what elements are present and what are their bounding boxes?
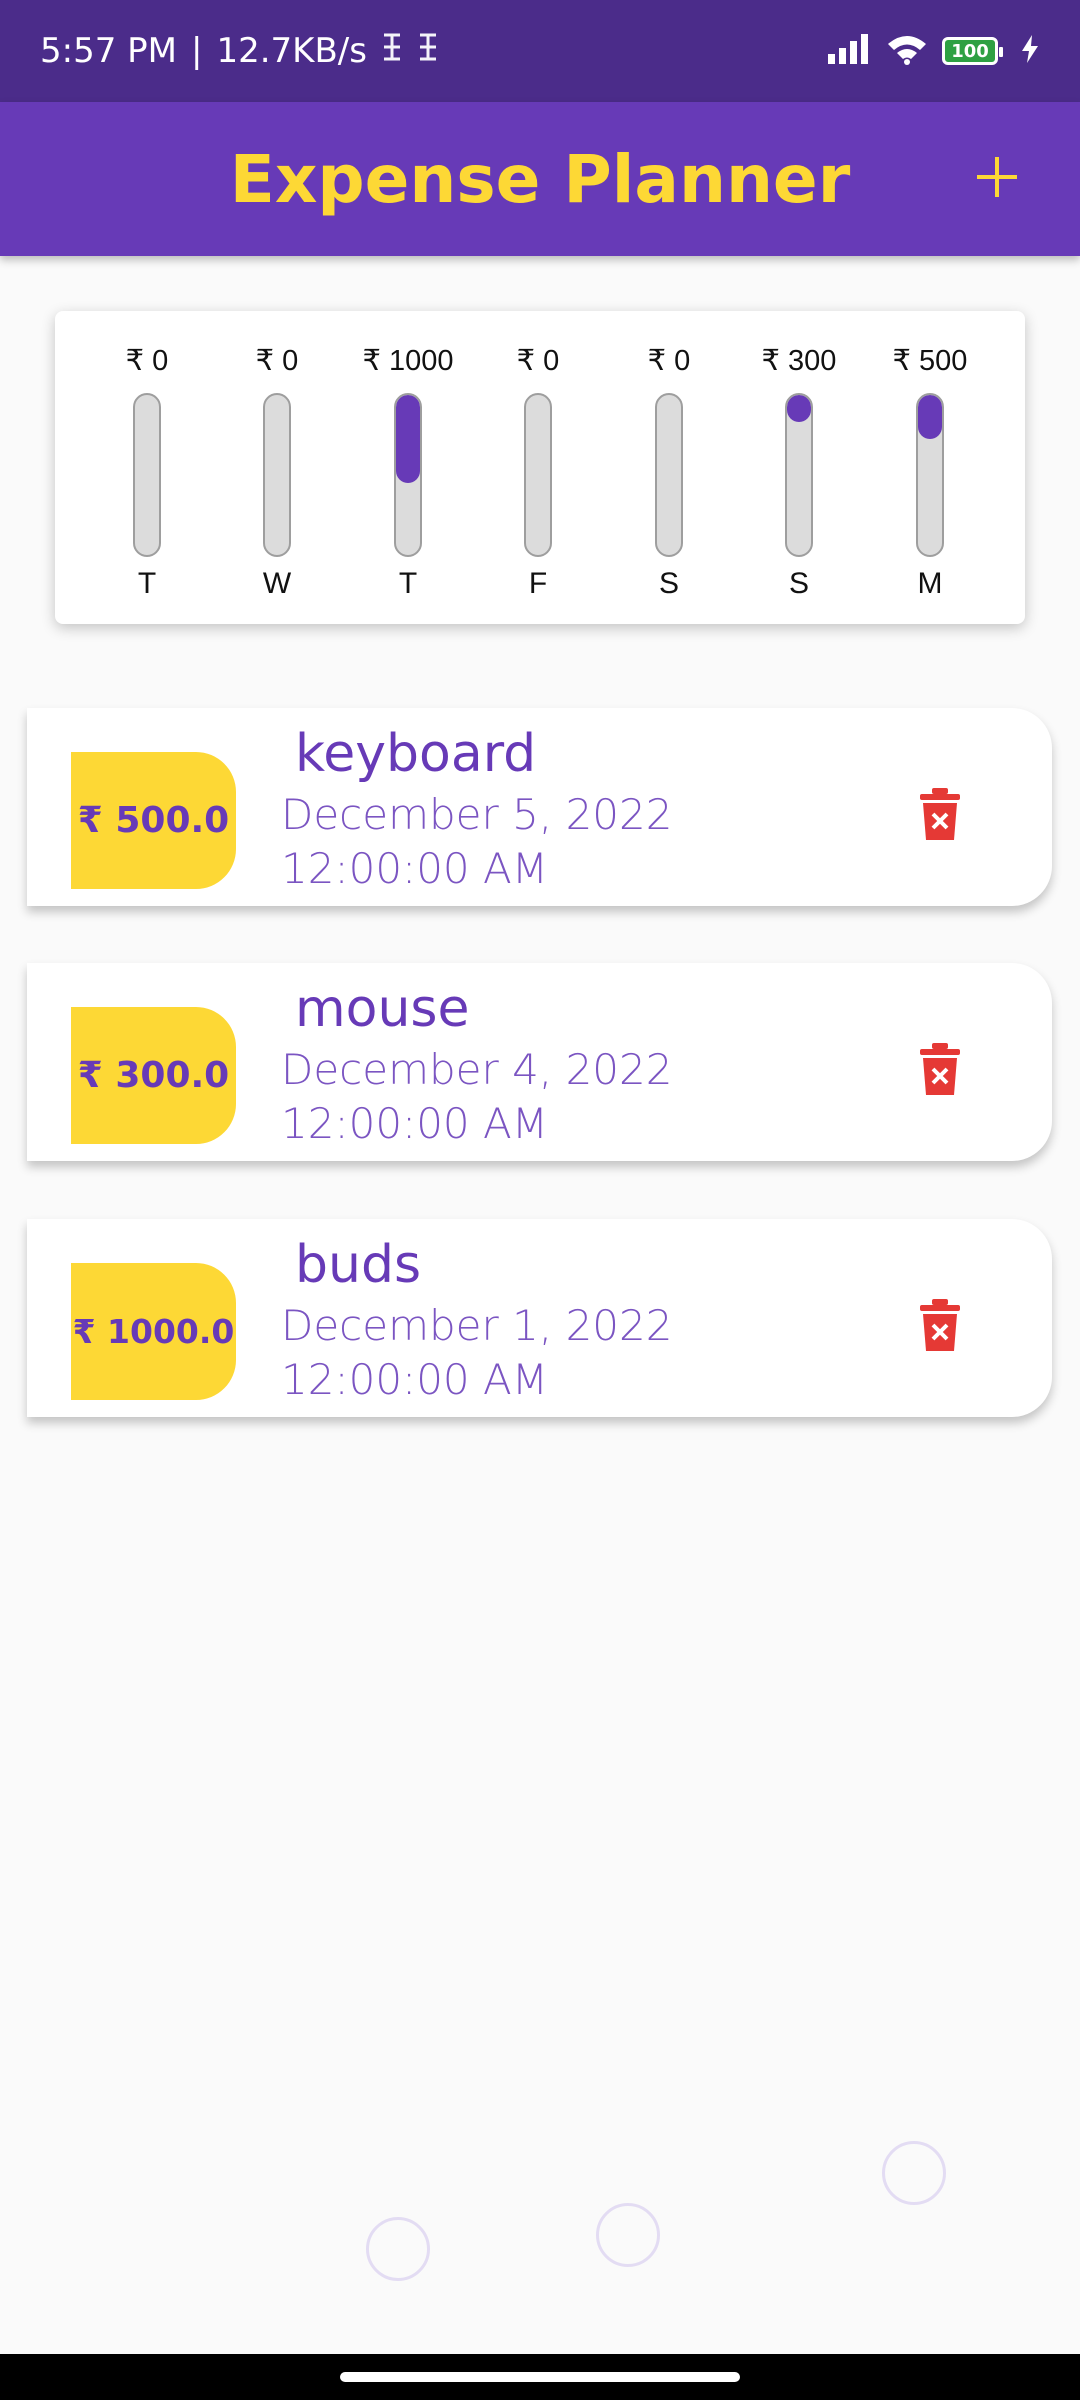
delete-icon (920, 1043, 960, 1095)
chart-bar-fill (787, 395, 811, 422)
chart-bar-fill (396, 395, 420, 483)
touch-indicator (366, 2217, 430, 2281)
sim-icon (381, 32, 403, 70)
network-speed: 12.7KB/s (216, 31, 367, 71)
chart-bar-column: ₹ 1000 T (353, 341, 463, 611)
chart-bar-column: ₹ 0 S (614, 341, 724, 611)
transaction-card: ₹ 300.0 mouse December 4, 2022 12:00:00 … (27, 963, 1052, 1161)
transaction-title: mouse (295, 979, 470, 1039)
transaction-title: keyboard (295, 724, 537, 784)
chart-bar-amount: ₹ 0 (125, 345, 169, 377)
transaction-date: December 4, 2022 12:00:00 AM (281, 1045, 673, 1148)
touch-indicator (596, 2203, 660, 2267)
transaction-card: ₹ 1000.0 buds December 1, 2022 12:00:00 … (27, 1219, 1052, 1417)
chart-bar-fill (918, 395, 942, 440)
chart-bar-track (916, 393, 944, 557)
charging-icon (1020, 34, 1040, 68)
chart-bar-day-label: T (137, 567, 157, 600)
chart-bar-day-label: W (262, 567, 292, 600)
chart-bar-amount: ₹ 300 (761, 345, 837, 377)
chart-bar-amount: ₹ 0 (255, 345, 299, 377)
transaction-title: buds (295, 1235, 422, 1295)
chart-bar-track (394, 393, 422, 557)
delete-icon (920, 1299, 960, 1351)
plus-icon (977, 157, 1017, 197)
delete-icon (920, 788, 960, 840)
chart-bar-day-label: T (398, 567, 418, 600)
chart-bar-track (655, 393, 683, 557)
delete-button[interactable] (918, 1299, 962, 1353)
chart-bar-day-label: F (528, 567, 548, 600)
chart-bar-amount: ₹ 0 (647, 345, 691, 377)
chart-bar-track (524, 393, 552, 557)
app-bar: Expense Planner (0, 102, 1080, 256)
signal-icon (826, 32, 872, 70)
app-title: Expense Planner (229, 140, 851, 218)
add-expense-button[interactable] (962, 142, 1032, 212)
chart-bar-day-label: M (917, 567, 943, 600)
chart-bar-day-label: S (788, 567, 809, 600)
chart-bar-track (133, 393, 161, 557)
transaction-card: ₹ 500.0 keyboard December 5, 2022 12:00:… (27, 708, 1052, 906)
wifi-icon (886, 32, 928, 70)
chart-bar-amount: ₹ 500 (892, 345, 968, 377)
sim-icon (417, 32, 439, 70)
chart-bar-track (263, 393, 291, 557)
chart-bar-column: ₹ 0 F (483, 341, 593, 611)
transaction-date: December 5, 2022 12:00:00 AM (281, 790, 673, 893)
transaction-amount-badge: ₹ 1000.0 (71, 1263, 236, 1400)
chart-bar-track (785, 393, 813, 557)
chart-bar-column: ₹ 0 W (222, 341, 332, 611)
transaction-date: December 1, 2022 12:00:00 AM (281, 1301, 673, 1404)
chart-bar-column: ₹ 300 S (744, 341, 854, 611)
delete-button[interactable] (918, 788, 962, 842)
chart-bar-amount: ₹ 0 (516, 345, 560, 377)
transaction-amount-badge: ₹ 300.0 (71, 1007, 236, 1144)
status-right: 100 (826, 32, 1040, 70)
chart-bar-column: ₹ 0 T (92, 341, 202, 611)
chart-bar-column: ₹ 500 M (875, 341, 985, 611)
battery-icon: 100 (942, 37, 1003, 65)
status-separator: | (191, 31, 203, 71)
home-gesture-handle[interactable] (340, 2372, 740, 2382)
delete-button[interactable] (918, 1043, 962, 1097)
status-time: 5:57 PM (40, 31, 177, 71)
status-bar: 5:57 PM | 12.7KB/s 100 (0, 0, 1080, 102)
transaction-amount-badge: ₹ 500.0 (71, 752, 236, 889)
navigation-bar (0, 2354, 1080, 2400)
status-left: 5:57 PM | 12.7KB/s (40, 31, 439, 71)
chart-bar-day-label: S (658, 567, 679, 600)
touch-indicator (882, 2141, 946, 2205)
chart-bar-amount: ₹ 1000 (362, 345, 454, 377)
weekly-chart: ₹ 0 T ₹ 0 W ₹ 1000 T ₹ 0 F ₹ 0 S ₹ 300 S ₹ 500 M (55, 311, 1025, 624)
